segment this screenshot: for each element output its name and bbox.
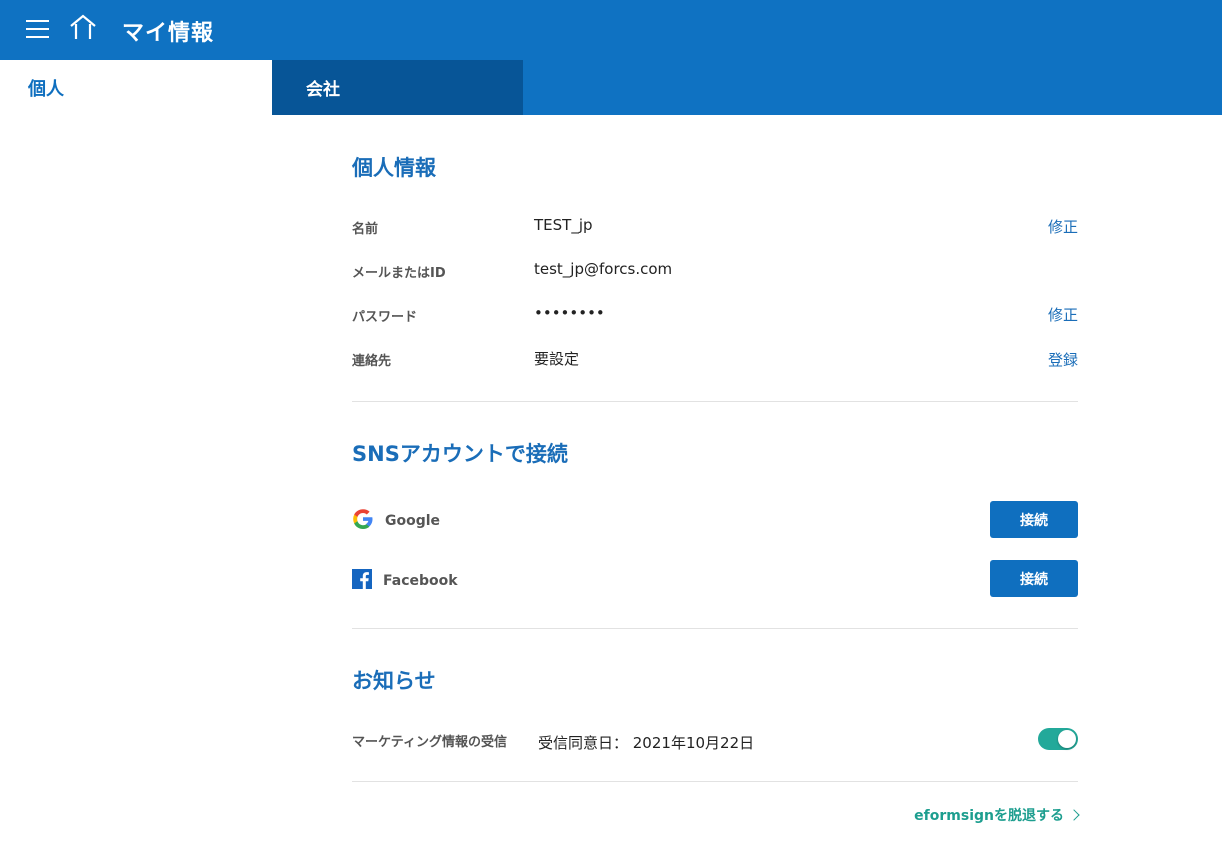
edit-password-link[interactable]: 修正	[1048, 304, 1078, 325]
google-label: Google	[385, 513, 441, 529]
marketing-toggle[interactable]	[1038, 728, 1078, 750]
divider	[352, 401, 1078, 402]
name-value: TEST_jp	[534, 216, 593, 234]
facebook-icon	[352, 569, 372, 589]
leave-service-link[interactable]: eformsignを脱退する	[914, 805, 1080, 825]
connect-facebook-button[interactable]: 接続	[990, 560, 1078, 597]
password-label: パスワード	[352, 310, 418, 325]
chevron-right-icon	[1068, 809, 1080, 821]
toggle-knob	[1058, 730, 1076, 748]
tab-company[interactable]: 会社	[272, 60, 523, 115]
edit-name-link[interactable]: 修正	[1048, 216, 1078, 237]
contact-label: 連絡先	[352, 354, 392, 369]
tab-bar: 個人 会社	[0, 60, 1222, 115]
consent-date: 受信同意日： 2021年10月22日	[538, 734, 755, 752]
register-contact-link[interactable]: 登録	[1048, 349, 1078, 370]
divider	[352, 781, 1078, 782]
hamburger-menu-icon[interactable]	[26, 18, 50, 40]
connect-google-button[interactable]: 接続	[990, 501, 1078, 538]
notifications-title: お知らせ	[352, 669, 436, 693]
email-label: メールまたはID	[352, 266, 446, 281]
leave-service-label: eformsignを脱退する	[914, 808, 1064, 824]
marketing-label: マーケティング情報の受信	[352, 735, 507, 750]
facebook-label: Facebook	[383, 573, 458, 589]
name-label: 名前	[352, 222, 379, 237]
contact-value: 要設定	[534, 350, 580, 368]
google-icon	[352, 508, 374, 530]
top-bar: マイ情報	[0, 0, 1222, 60]
tab-personal[interactable]: 個人	[0, 60, 272, 115]
home-icon[interactable]	[68, 14, 98, 42]
page-title: マイ情報	[122, 21, 215, 46]
personal-info-title: 個人情報	[352, 156, 436, 180]
email-value: test_jp@forcs.com	[534, 260, 673, 278]
sns-title: SNSアカウントで接続	[352, 442, 568, 466]
password-value: ••••••••	[534, 304, 605, 322]
divider	[352, 628, 1078, 629]
